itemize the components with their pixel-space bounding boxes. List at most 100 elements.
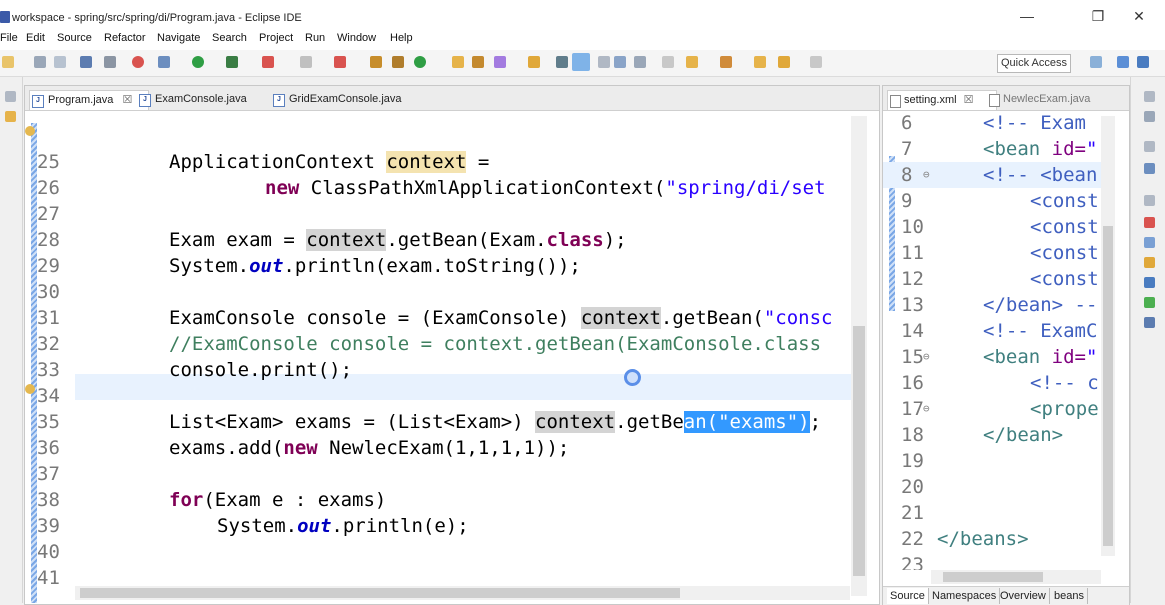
editor-horizontal-scrollbar[interactable]: [75, 586, 850, 600]
terminal-icon[interactable]: [80, 56, 92, 68]
pilcrow-icon[interactable]: [662, 56, 674, 68]
menu-help[interactable]: Help: [390, 32, 413, 44]
tab-overview[interactable]: Overview: [997, 588, 1050, 604]
close-button[interactable]: ✕: [1124, 6, 1154, 26]
new-package-icon[interactable]: [392, 56, 404, 68]
tab-close-icon[interactable]: ☒: [964, 94, 974, 106]
debug-icon[interactable]: [158, 56, 170, 68]
server-icon[interactable]: [334, 56, 346, 68]
menu-refactor[interactable]: Refactor: [104, 32, 146, 44]
line-number: 13: [901, 294, 924, 316]
warning-marker-icon[interactable]: [25, 126, 35, 136]
new-java-project-icon[interactable]: [370, 56, 382, 68]
xml-code-area[interactable]: 6 <!-- Exam 7 <bean id=" 8 ⊖ <!-- <bean 9 <co…: [883, 110, 1103, 570]
previous-annotation-icon[interactable]: [720, 56, 732, 68]
line-number: 23: [901, 554, 924, 570]
java-ee-perspective-icon[interactable]: [1117, 56, 1129, 68]
menu-window[interactable]: Window: [337, 32, 376, 44]
right-trim-bar: [1130, 77, 1165, 603]
forward-icon[interactable]: [810, 56, 822, 68]
progress-icon[interactable]: [1144, 297, 1155, 308]
code-area[interactable]: 25 ApplicationContext context = 26 new Cla…: [37, 123, 855, 593]
tab-program-java[interactable]: J Program.java ☒: [29, 90, 149, 110]
tab-source[interactable]: Source: [887, 588, 929, 604]
open-type-icon[interactable]: [452, 56, 464, 68]
problems-icon[interactable]: [1144, 217, 1155, 228]
code-line: 37: [37, 435, 855, 485]
xml-line: 15 ⊖ <bean id=": [883, 344, 1103, 370]
restore-view-icon[interactable]: [1144, 141, 1155, 152]
last-edit-icon[interactable]: [754, 56, 766, 68]
package-explorer-icon[interactable]: [5, 111, 16, 122]
scrollbar-thumb[interactable]: [943, 572, 1043, 582]
menu-navigate[interactable]: Navigate: [157, 32, 200, 44]
xml-line: 19: [883, 448, 1103, 474]
open-perspective-icon[interactable]: [1090, 56, 1102, 68]
tab-newlecexam-java[interactable]: NewlecExam.java: [987, 90, 1113, 109]
tab-beans[interactable]: beans: [1051, 588, 1088, 604]
code-line: 32//ExamConsole console = context.getBea…: [37, 305, 855, 355]
minimize-button[interactable]: —: [1012, 6, 1042, 26]
new-icon[interactable]: [2, 56, 14, 68]
mark-occurrences-icon[interactable]: [572, 53, 590, 71]
servers-icon[interactable]: [1144, 317, 1155, 328]
restore-button[interactable]: ❐: [1083, 6, 1113, 26]
menu-run[interactable]: Run: [305, 32, 325, 44]
javadoc-icon[interactable]: [1144, 237, 1155, 248]
stop-icon[interactable]: [300, 56, 312, 68]
block-selection-icon[interactable]: [598, 56, 610, 68]
xml-value: ": [1085, 346, 1098, 368]
coverage-icon[interactable]: [226, 56, 238, 68]
warning-marker-icon[interactable]: [25, 384, 35, 394]
show-whitespace-icon[interactable]: [614, 56, 626, 68]
scrollbar-thumb[interactable]: [1103, 226, 1113, 546]
refresh-icon[interactable]: [132, 56, 144, 68]
new-class-icon[interactable]: [414, 56, 426, 68]
open-folder-icon[interactable]: [528, 56, 540, 68]
quick-access-input[interactable]: Quick Access: [997, 54, 1071, 73]
menu-source[interactable]: Source: [57, 32, 92, 44]
save-all-icon[interactable]: [54, 56, 66, 68]
restore-view-icon[interactable]: [5, 91, 16, 102]
external-tools-icon[interactable]: [262, 56, 274, 68]
console-icon[interactable]: [1144, 277, 1155, 288]
tab-setting-xml[interactable]: setting.xml ☒: [887, 90, 997, 110]
xml-horizontal-scrollbar[interactable]: [931, 570, 1101, 584]
hierarchy-icon[interactable]: [1144, 163, 1155, 174]
run-icon[interactable]: [192, 56, 204, 68]
search-icon[interactable]: [494, 56, 506, 68]
java-file-icon: J: [273, 94, 285, 107]
back-icon[interactable]: [778, 56, 790, 68]
menu-search[interactable]: Search: [212, 32, 247, 44]
tab-gridexamconsole-java[interactable]: J GridExamConsole.java: [271, 90, 419, 109]
skip-breakpoints-icon[interactable]: [104, 56, 116, 68]
pin-icon[interactable]: [556, 56, 568, 68]
outline-icon[interactable]: [1144, 111, 1155, 122]
tab-namespaces[interactable]: Namespaces: [929, 588, 1001, 604]
xml-vertical-scrollbar[interactable]: [1101, 116, 1115, 556]
code-line: 40: [37, 513, 855, 563]
main-toolbar: [0, 50, 1165, 77]
scrollbar-thumb[interactable]: [853, 326, 865, 576]
tab-examconsole-java[interactable]: J ExamConsole.java: [137, 90, 259, 109]
declaration-icon[interactable]: [1144, 257, 1155, 268]
line-number: 15: [901, 346, 924, 368]
restore-view-icon[interactable]: [1144, 91, 1155, 102]
code-line: 27: [37, 175, 855, 225]
fold-icon[interactable]: ⊖: [923, 344, 930, 370]
save-icon[interactable]: [34, 56, 46, 68]
scrollbar-thumb[interactable]: [80, 588, 680, 598]
menu-project[interactable]: Project: [259, 32, 293, 44]
editor-vertical-scrollbar[interactable]: [851, 116, 867, 596]
fold-icon[interactable]: ⊖: [923, 396, 930, 422]
menu-edit[interactable]: Edit: [26, 32, 45, 44]
toggle-breadcrumb-icon[interactable]: [634, 56, 646, 68]
restore-view-icon[interactable]: [1144, 195, 1155, 206]
next-annotation-icon[interactable]: [686, 56, 698, 68]
open-task-icon[interactable]: [472, 56, 484, 68]
menu-file[interactable]: File: [0, 32, 18, 44]
java-perspective-icon[interactable]: [1137, 56, 1149, 68]
xml-line: 10 <const: [883, 214, 1103, 240]
tab-close-icon[interactable]: ☒: [122, 94, 132, 106]
fold-icon[interactable]: ⊖: [923, 162, 930, 188]
